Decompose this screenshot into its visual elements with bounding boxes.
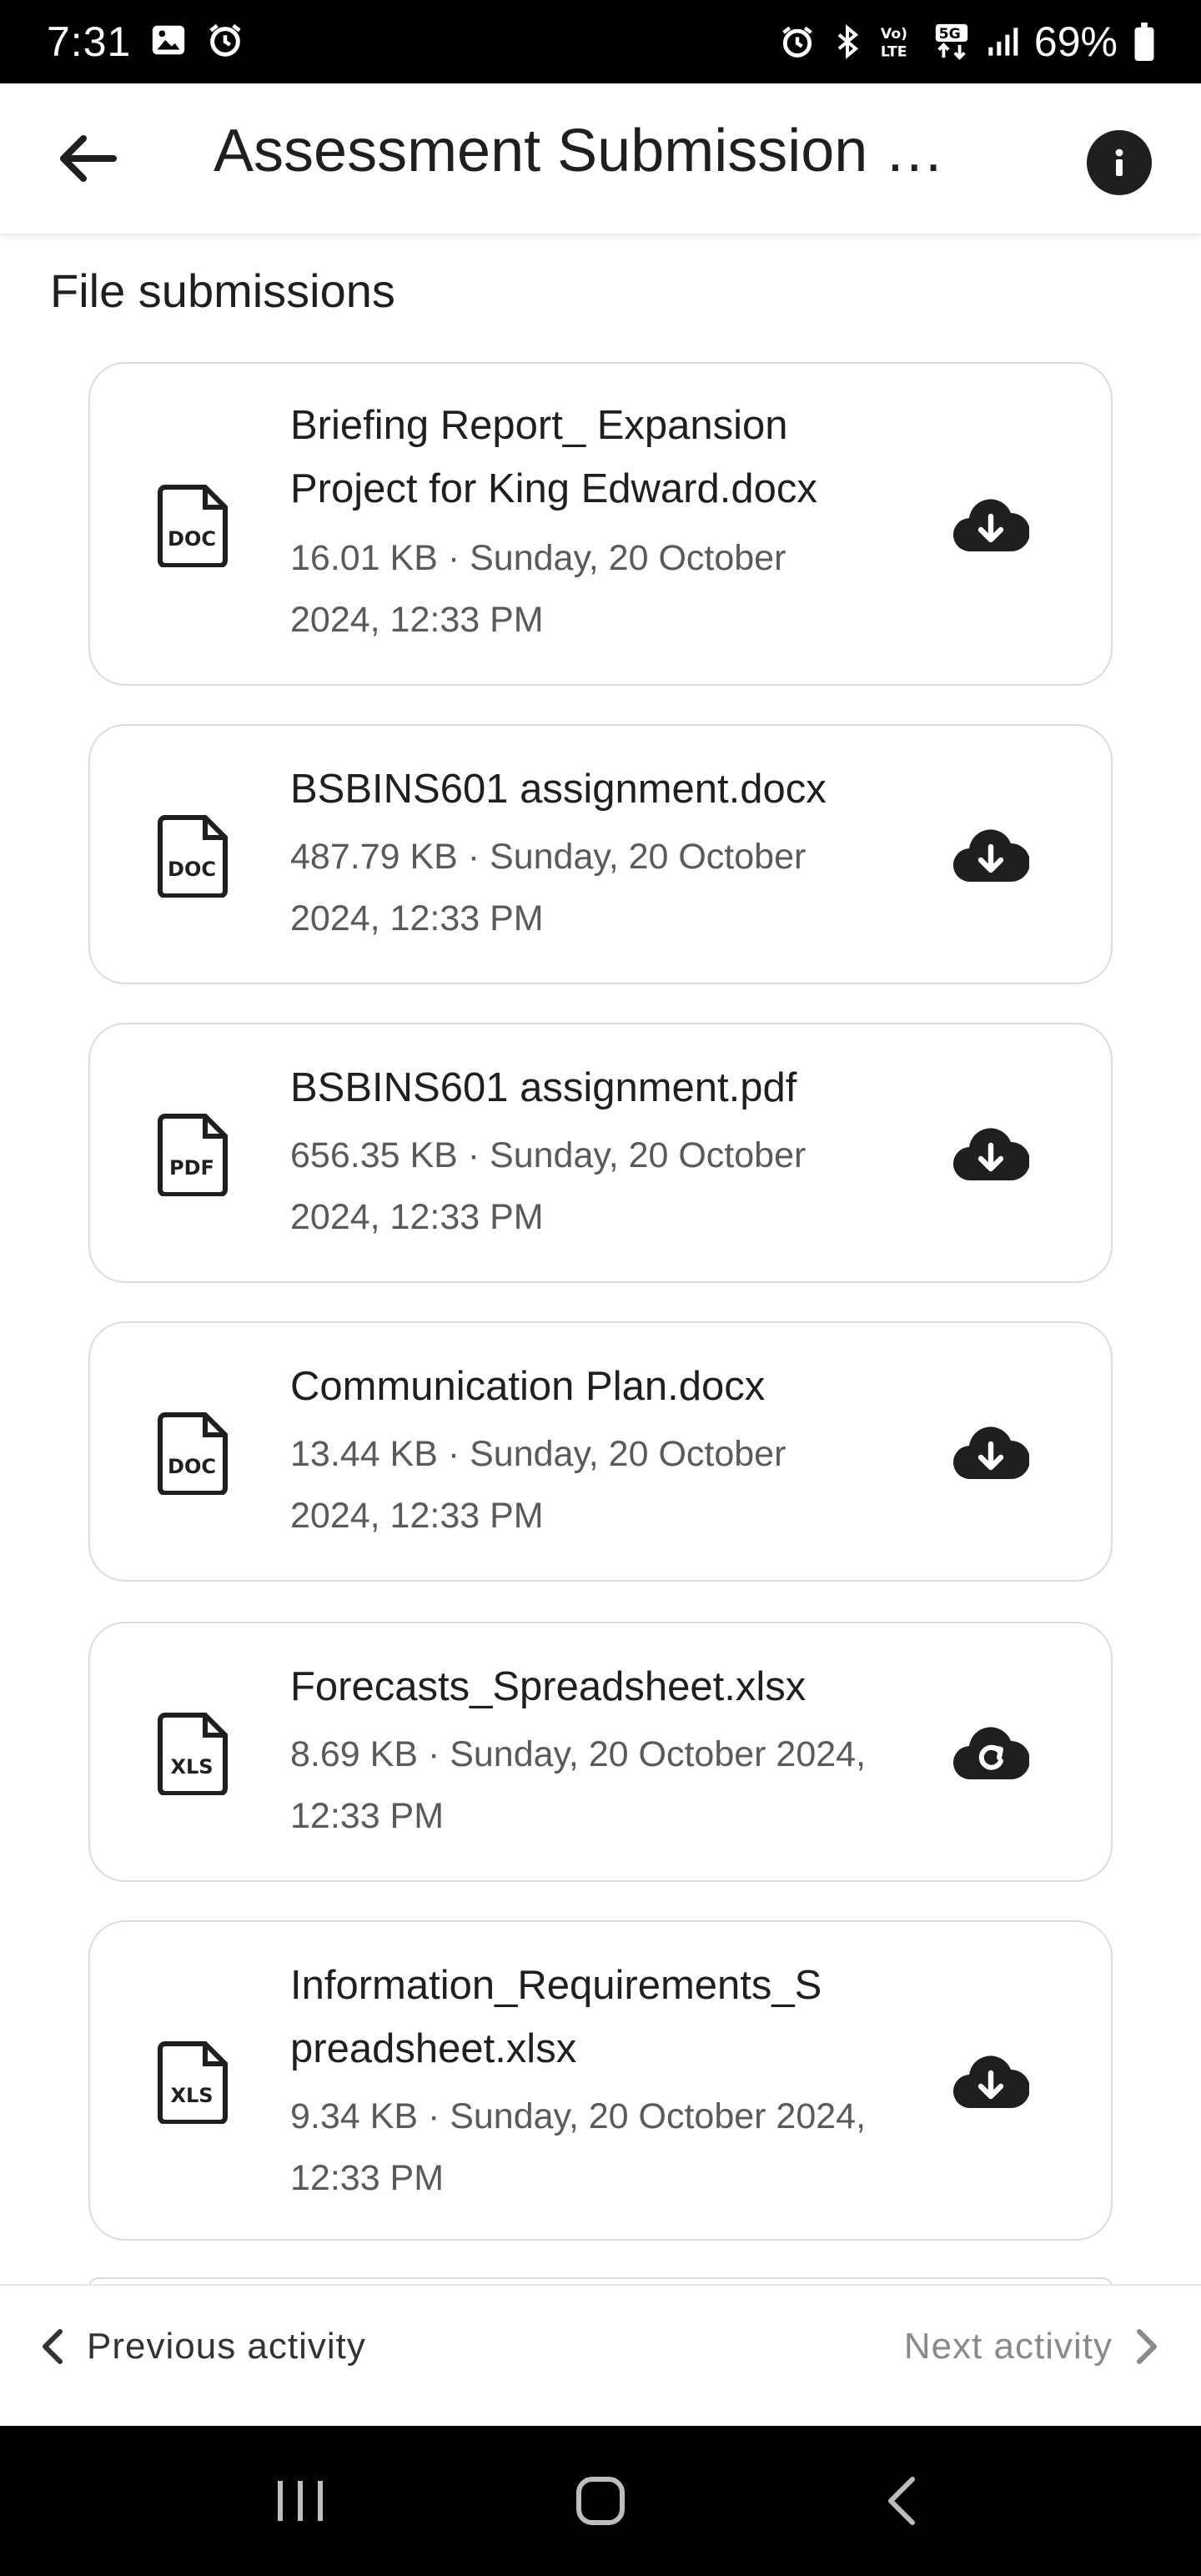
file-meta-line: 2024, 12:33 PM: [290, 1496, 544, 1536]
svg-text:5G: 5G: [939, 26, 961, 43]
recents-icon: [278, 2481, 323, 2521]
bluetooth-icon: [831, 23, 864, 61]
next-activity-button[interactable]: Next activity: [904, 2326, 1159, 2367]
file-name-line: Communication Plan.docx: [290, 1364, 766, 1409]
system-nav-bar: [0, 2426, 1201, 2576]
info-button[interactable]: [1087, 130, 1152, 195]
home-button[interactable]: [550, 2451, 651, 2551]
section-title: File submissions: [50, 264, 395, 317]
file-meta: 487.79 KB · Sunday, 20 October 2024, 12:…: [290, 826, 907, 949]
doc-file-icon: DOC: [158, 485, 228, 567]
file-name[interactable]: BSBINS601 assignment.docx: [290, 757, 891, 821]
next-activity-label: Next activity: [903, 2326, 1113, 2367]
file-meta-line: 2024, 12:33 PM: [290, 898, 544, 938]
network-5g-icon: 5G: [932, 23, 971, 61]
file-meta: 13.44 KB · Sunday, 20 October 2024, 12:3…: [290, 1423, 907, 1547]
file-card[interactable]: PDF BSBINS601 assignment.pdf 656.35 KB ·…: [88, 1023, 1113, 1283]
cloud-download-icon: [952, 829, 1029, 883]
system-back-button[interactable]: [851, 2451, 951, 2551]
previous-activity-label: Previous activity: [87, 2326, 366, 2367]
file-meta-line: 12:33 PM: [290, 1796, 445, 1836]
download-button[interactable]: [949, 492, 1033, 559]
file-name[interactable]: Information_Requirements_S preadsheet.xl…: [290, 1954, 891, 2080]
app-bar: Assessment Submission …: [0, 83, 1201, 235]
download-button[interactable]: [949, 823, 1033, 889]
file-meta-line: 656.35 KB · Sunday, 20 October: [290, 1135, 807, 1175]
file-type-label: DOC: [168, 858, 216, 881]
status-time: 7:31: [47, 18, 132, 65]
cloud-download-icon: [952, 2055, 1029, 2109]
status-left: 7:31: [47, 18, 244, 66]
back-button[interactable]: [48, 120, 125, 197]
file-type-label: PDF: [169, 1156, 214, 1180]
file-meta-line: 2024, 12:33 PM: [290, 1197, 544, 1237]
recents-button[interactable]: [250, 2451, 350, 2551]
file-card[interactable]: DOC Briefing Report_ Expansion Project f…: [88, 362, 1113, 686]
cloud-download-icon: [952, 1128, 1029, 1181]
file-name-line: BSBINS601 assignment.pdf: [290, 1065, 797, 1110]
file-name[interactable]: Forecasts_Spreadsheet.xlsx: [290, 1655, 891, 1718]
chevron-left-icon: [43, 2329, 63, 2364]
chevron-right-icon: [1137, 2329, 1157, 2364]
cloud-sync-icon: [952, 1727, 1029, 1780]
file-meta-line: 8.69 KB · Sunday, 20 October 2024,: [290, 1734, 867, 1774]
doc-file-icon: DOC: [158, 815, 228, 898]
svg-text:Vo): Vo): [881, 26, 907, 43]
download-button[interactable]: [949, 1420, 1033, 1487]
file-meta-line: 13.44 KB · Sunday, 20 October: [290, 1434, 786, 1474]
xls-file-icon: XLS: [158, 2041, 228, 2124]
status-bar: 7:31 Vo) LTE 5G 69%: [0, 0, 1201, 83]
file-meta-line: 16.01 KB · Sunday, 20 October: [290, 538, 786, 578]
alarm-icon: [779, 23, 816, 60]
file-type-label: XLS: [170, 1755, 213, 1779]
file-card[interactable]: DOC BSBINS601 assignment.docx 487.79 KB …: [88, 724, 1113, 984]
file-name-line: Information_Requirements_S: [290, 1963, 822, 2008]
file-meta: 656.35 KB · Sunday, 20 October 2024, 12:…: [290, 1124, 907, 1248]
file-meta-line: 2024, 12:33 PM: [290, 600, 544, 640]
file-name[interactable]: Briefing Report_ Expansion Project for K…: [290, 394, 891, 521]
file-name[interactable]: BSBINS601 assignment.pdf: [290, 1056, 891, 1119]
signal-icon: [986, 25, 1019, 58]
file-name-line: Forecasts_Spreadsheet.xlsx: [290, 1664, 807, 1709]
file-meta-line: 12:33 PM: [290, 2158, 445, 2198]
activity-nav: Previous activity Next activity: [0, 2284, 1201, 2426]
info-icon: [1115, 148, 1123, 176]
gallery-icon: [149, 21, 188, 63]
battery-percent: 69%: [1033, 18, 1118, 65]
xls-file-icon: XLS: [158, 1713, 228, 1795]
file-type-label: DOC: [168, 1455, 216, 1478]
file-name-line: preadsheet.xlsx: [290, 2026, 577, 2071]
home-icon: [576, 2477, 625, 2525]
pdf-file-icon: PDF: [158, 1114, 228, 1196]
file-meta: 9.34 KB · Sunday, 20 October 2024, 12:33…: [290, 2085, 907, 2209]
volte-icon: Vo) LTE: [879, 23, 917, 61]
file-meta-line: 487.79 KB · Sunday, 20 October: [290, 837, 807, 877]
svg-text:LTE: LTE: [881, 43, 907, 60]
page-title: Assessment Submission …: [214, 118, 945, 184]
back-icon: [888, 2477, 915, 2525]
download-button[interactable]: [949, 1121, 1033, 1188]
file-name-line: BSBINS601 assignment.docx: [290, 767, 827, 812]
file-meta: 16.01 KB · Sunday, 20 October 2024, 12:3…: [290, 527, 907, 651]
file-name-line: Project for King Edward.docx: [290, 466, 817, 511]
cloud-download-icon: [952, 1426, 1029, 1480]
cloud-download-icon: [952, 499, 1029, 552]
file-type-label: DOC: [168, 527, 216, 551]
file-card[interactable]: XLS Information_Requirements_S preadshee…: [88, 1920, 1113, 2241]
doc-file-icon: DOC: [158, 1412, 228, 1495]
file-name[interactable]: Communication Plan.docx: [290, 1355, 891, 1418]
previous-activity-button[interactable]: Previous activity: [40, 2326, 366, 2367]
battery-icon: [1133, 23, 1156, 61]
file-type-label: XLS: [170, 2084, 213, 2107]
status-right: Vo) LTE 5G 69%: [779, 18, 1156, 66]
download-button[interactable]: [949, 2049, 1033, 2116]
file-meta-line: 9.34 KB · Sunday, 20 October 2024,: [290, 2096, 867, 2136]
file-name-line: Briefing Report_ Expansion: [290, 403, 788, 448]
arrow-left-icon: [60, 135, 117, 182]
sync-button[interactable]: [949, 1720, 1033, 1787]
file-card[interactable]: XLS Forecasts_Spreadsheet.xlsx 8.69 KB ·…: [88, 1622, 1113, 1882]
file-card[interactable]: DOC Communication Plan.docx 13.44 KB · S…: [88, 1321, 1113, 1582]
file-meta: 8.69 KB · Sunday, 20 October 2024, 12:33…: [290, 1723, 907, 1847]
alarm-icon: [206, 21, 244, 63]
